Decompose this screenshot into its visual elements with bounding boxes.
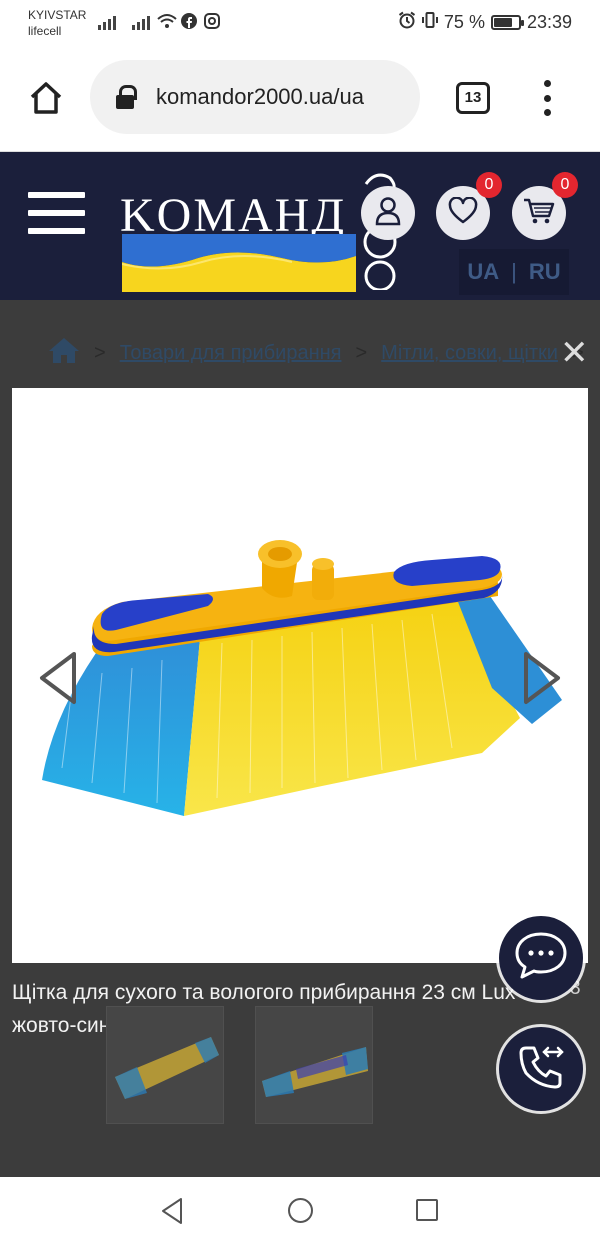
language-switcher: UA | RU bbox=[459, 249, 569, 295]
breadcrumb-link[interactable]: Мітли, совки, щітки bbox=[381, 342, 558, 365]
lang-ua[interactable]: UA bbox=[467, 259, 499, 285]
cart-icon bbox=[523, 197, 555, 230]
home-icon[interactable] bbox=[26, 78, 66, 118]
home-nav-icon[interactable] bbox=[288, 1198, 313, 1223]
status-bar: KYIVSTAR lifecell 75 % 23:39 bbox=[0, 0, 600, 48]
lightbox-image bbox=[12, 388, 588, 963]
logo-text: KOMAHД bbox=[120, 189, 347, 242]
battery-percent: 75 % bbox=[443, 12, 485, 32]
chat-button[interactable] bbox=[499, 916, 583, 1000]
lang-separator: | bbox=[511, 259, 517, 284]
battery-icon bbox=[490, 15, 524, 30]
carrier-name-2: lifecell bbox=[28, 24, 62, 38]
home-breadcrumb-icon[interactable] bbox=[48, 336, 80, 370]
signal-icon bbox=[98, 14, 116, 30]
battery-level bbox=[493, 18, 512, 27]
wishlist-count-badge: 0 bbox=[476, 172, 502, 198]
phone-icon bbox=[514, 1040, 568, 1099]
thumbnail-1[interactable] bbox=[106, 1006, 224, 1124]
more-vert-icon[interactable] bbox=[540, 80, 554, 116]
breadcrumb: > Товари для прибирання > Мітли, совки, … bbox=[48, 336, 584, 370]
next-arrow-icon[interactable] bbox=[522, 650, 562, 706]
alarm-icon bbox=[398, 11, 416, 34]
tab-switcher-button[interactable]: 13 bbox=[456, 82, 490, 114]
clock: 23:39 bbox=[526, 12, 572, 32]
browser-toolbar: komandor2000.ua/ua 13 bbox=[0, 48, 600, 152]
facebook-icon bbox=[181, 13, 197, 33]
user-icon bbox=[374, 196, 402, 231]
account-button[interactable] bbox=[361, 186, 415, 240]
address-bar[interactable]: komandor2000.ua/ua bbox=[90, 60, 420, 134]
breadcrumb-link[interactable]: Товари для прибирання bbox=[120, 342, 342, 365]
carrier-info: KYIVSTAR lifecell bbox=[28, 7, 86, 39]
system-nav-bar bbox=[0, 1177, 600, 1243]
cart-count-badge: 0 bbox=[552, 172, 578, 198]
status-right: 75 % 23:39 bbox=[398, 11, 572, 34]
prev-arrow-icon[interactable] bbox=[38, 650, 78, 706]
product-image bbox=[42, 540, 562, 816]
breadcrumb-separator: > bbox=[355, 341, 368, 364]
back-icon[interactable] bbox=[160, 1197, 184, 1225]
thumbnail-2[interactable] bbox=[255, 1006, 373, 1124]
breadcrumb-separator: > bbox=[94, 341, 106, 364]
recents-icon[interactable] bbox=[416, 1199, 438, 1221]
close-icon[interactable]: ✕ bbox=[560, 336, 589, 370]
chat-icon bbox=[514, 931, 568, 986]
signal-icon-2 bbox=[132, 14, 150, 30]
callback-button[interactable] bbox=[499, 1027, 583, 1111]
lock-icon bbox=[116, 85, 137, 109]
site-header: KOMAHД 0 0 UA | RU bbox=[0, 152, 600, 300]
lang-ru[interactable]: RU bbox=[529, 259, 561, 285]
wifi-icon bbox=[157, 13, 177, 33]
heart-icon bbox=[448, 195, 478, 230]
vibrate-icon bbox=[421, 11, 438, 34]
hamburger-menu-icon[interactable] bbox=[28, 192, 85, 234]
url-text: komandor2000.ua/ua bbox=[156, 84, 364, 109]
instagram-icon bbox=[204, 13, 220, 33]
carrier-name-1: KYIVSTAR bbox=[28, 8, 87, 22]
flag-banner bbox=[122, 234, 356, 292]
